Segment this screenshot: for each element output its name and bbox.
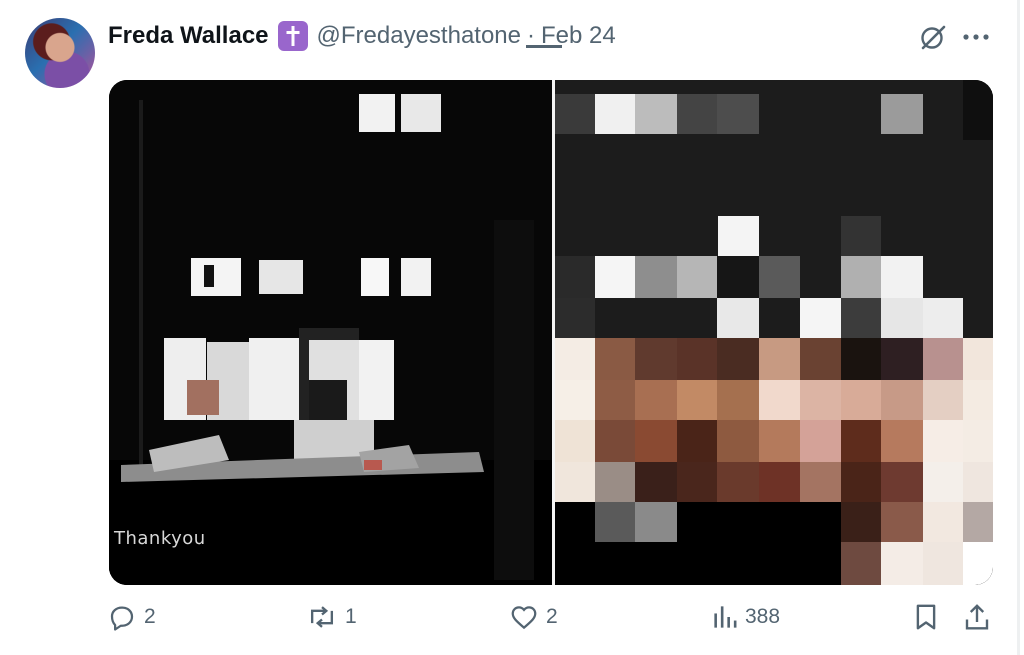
views-count: 388 [745, 605, 781, 628]
avatar[interactable] [25, 18, 95, 88]
reply-count: 2 [144, 605, 156, 628]
repost-button[interactable]: 1 [306, 597, 357, 637]
reply-button[interactable]: 2 [107, 597, 156, 637]
grok-icon[interactable] [918, 22, 948, 52]
user-handle[interactable]: @Fredayesthatone [317, 22, 521, 50]
text-cursor-underline [526, 45, 562, 48]
image-caption-text: Thankyou [114, 528, 206, 549]
tweet[interactable]: Freda Wallace @Fredayesthatone · Feb 24 [0, 0, 1017, 655]
more-dots-icon[interactable] [960, 22, 992, 52]
media-grid[interactable]: Thankyou [109, 80, 993, 585]
timeline-border [1017, 0, 1020, 655]
heart-icon [511, 606, 537, 630]
share-button[interactable] [963, 597, 991, 637]
repost-icon [310, 606, 334, 628]
cross-icon [277, 21, 308, 51]
like-button[interactable]: 2 [509, 597, 558, 637]
display-name[interactable]: Freda Wallace [108, 22, 269, 50]
bookmark-button[interactable] [913, 597, 939, 637]
share-icon [965, 604, 989, 630]
like-count: 2 [546, 605, 558, 628]
views-button[interactable]: 388 [712, 597, 780, 637]
bookmark-icon [916, 604, 936, 630]
media-image-left[interactable]: Thankyou [109, 80, 552, 585]
reply-icon [110, 606, 134, 631]
action-bar: 2 1 2 388 [0, 597, 1017, 637]
repost-count: 1 [345, 605, 357, 628]
media-image-right[interactable] [555, 80, 993, 585]
analytics-icon [714, 606, 737, 628]
